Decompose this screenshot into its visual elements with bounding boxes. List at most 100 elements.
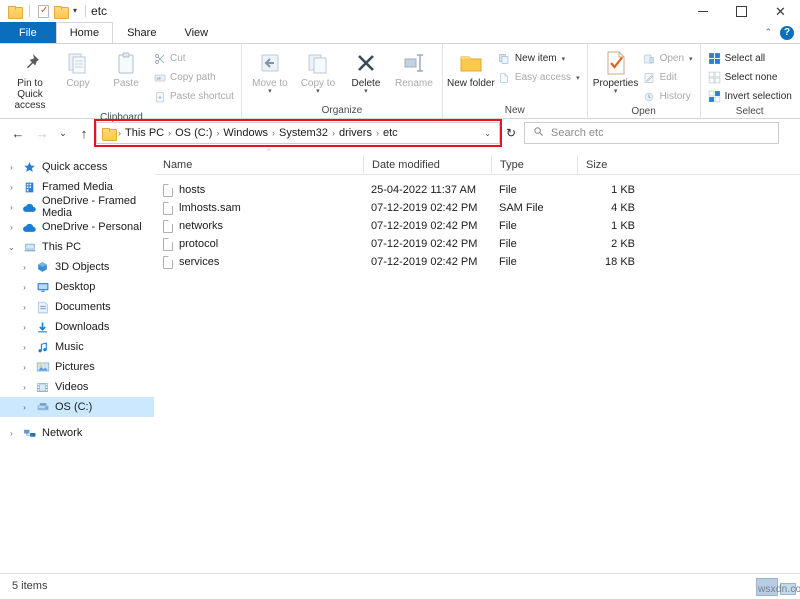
paste-button[interactable]: Paste — [102, 48, 150, 89]
copy-button[interactable]: Copy — [54, 48, 102, 89]
help-icon[interactable]: ? — [780, 25, 794, 40]
paste-shortcut-button[interactable]: Paste shortcut — [150, 88, 237, 105]
back-button[interactable]: ← — [6, 121, 30, 145]
close-button[interactable]: ✕ — [761, 0, 800, 22]
sidebar-item-quick-access[interactable]: › Quick access — [0, 157, 154, 177]
chevron-right-icon[interactable]: › — [6, 429, 17, 438]
easy-access-button[interactable]: Easy access ▾ — [495, 69, 583, 86]
move-to-button[interactable]: Move to ▾ — [246, 48, 294, 95]
invert-selection-icon — [708, 90, 721, 103]
copy-path-button[interactable]: ab Copy path — [150, 69, 237, 86]
sidebar-item-videos[interactable]: › Videos — [0, 377, 154, 397]
properties-icon[interactable] — [38, 4, 49, 18]
breadcrumb-item-this-pc[interactable]: This PC — [121, 127, 168, 139]
edit-button[interactable]: Edit — [640, 69, 696, 86]
chevron-down-icon[interactable]: ▾ — [576, 74, 580, 82]
sidebar-item-this-pc[interactable]: ⌄ This PC — [0, 237, 154, 257]
sidebar-item-label: OneDrive - Framed Media — [42, 195, 137, 219]
chevron-right-icon[interactable]: › — [6, 223, 17, 232]
new-folder-button[interactable]: New folder — [447, 48, 495, 89]
history-button[interactable]: History — [640, 88, 696, 105]
chevron-down-icon[interactable]: ▾ — [689, 55, 693, 63]
sidebar-item-desktop[interactable]: › Desktop — [0, 277, 154, 297]
chevron-right-icon[interactable]: › — [19, 283, 30, 292]
sidebar-item-onedrive-framed-media[interactable]: › OneDrive - Framed Media — [0, 195, 154, 219]
minimize-button[interactable] — [683, 0, 722, 22]
breadcrumb-item-system32[interactable]: System32 — [275, 127, 332, 139]
table-row[interactable]: hosts 25-04-2022 11:37 AM File 1 KB — [155, 181, 800, 199]
table-row[interactable]: lmhosts.sam 07-12-2019 02:42 PM SAM File… — [155, 199, 800, 217]
table-row[interactable]: networks 07-12-2019 02:42 PM File 1 KB — [155, 217, 800, 235]
sidebar-item-documents[interactable]: › Documents — [0, 297, 154, 317]
file-date-cell: 07-12-2019 02:42 PM — [371, 220, 478, 232]
chevron-right-icon[interactable]: › — [19, 263, 30, 272]
chevron-right-icon[interactable]: › — [6, 163, 17, 172]
copy-to-button[interactable]: Copy to ▾ — [294, 48, 342, 95]
ribbon-group-select: Select all Select none Invert selection … — [701, 44, 799, 118]
select-all-button[interactable]: Select all — [705, 50, 795, 67]
breadcrumb-item-windows[interactable]: Windows — [219, 127, 272, 139]
folder-icon[interactable] — [8, 5, 23, 19]
chevron-down-icon[interactable]: ⌄ — [6, 243, 17, 252]
column-header-name[interactable]: Name — [155, 155, 363, 175]
chevron-down-icon[interactable]: ▾ — [316, 88, 320, 95]
chevron-down-icon[interactable]: ▾ — [614, 88, 618, 95]
breadcrumb-item-drivers[interactable]: drivers — [335, 127, 376, 139]
copy-path-icon: ab — [153, 71, 166, 84]
rename-button[interactable]: Rename — [390, 48, 438, 89]
sidebar-item-pictures[interactable]: › Pictures — [0, 357, 154, 377]
column-header-size[interactable]: Size — [577, 154, 643, 175]
chevron-right-icon[interactable]: › — [19, 323, 30, 332]
refresh-button[interactable]: ↻ — [500, 126, 522, 140]
address-input[interactable]: › This PC › OS (C:) › Windows › System32… — [94, 119, 502, 147]
chevron-right-icon[interactable]: › — [6, 183, 17, 192]
sidebar-item-onedrive-personal[interactable]: › OneDrive - Personal — [0, 217, 154, 237]
chevron-right-icon[interactable]: › — [6, 203, 17, 212]
recent-locations-button[interactable]: ⌄ — [54, 121, 72, 145]
sidebar-item-network[interactable]: › Network — [0, 423, 154, 443]
sidebar-item-3d-objects[interactable]: › 3D Objects — [0, 257, 154, 277]
table-row[interactable]: services 07-12-2019 02:42 PM File 18 KB — [155, 253, 800, 271]
cut-button[interactable]: Cut — [150, 50, 237, 67]
table-row[interactable]: protocol 07-12-2019 02:42 PM File 2 KB — [155, 235, 800, 253]
pin-to-quick-access-button[interactable]: Pin to Quick access — [6, 48, 54, 111]
maximize-button[interactable] — [722, 0, 761, 22]
chevron-right-icon[interactable]: › — [19, 403, 30, 412]
sort-ascending-icon: ⌃ — [265, 147, 273, 157]
sidebar-item-framed-media[interactable]: › Framed Media — [0, 177, 154, 197]
chevron-down-icon[interactable]: ⌄ — [480, 129, 495, 138]
new-item-button[interactable]: New item ▾ — [495, 50, 583, 67]
select-none-button[interactable]: Select none — [705, 69, 795, 86]
sidebar-item-downloads[interactable]: › Downloads — [0, 317, 154, 337]
chevron-down-icon[interactable]: ▾ — [73, 7, 77, 15]
delete-button[interactable]: Delete ▾ — [342, 48, 390, 95]
invert-selection-button[interactable]: Invert selection — [705, 88, 795, 105]
sidebar-item-music[interactable]: › Music — [0, 337, 154, 357]
chevron-right-icon[interactable]: › — [19, 303, 30, 312]
open-button[interactable]: Open ▾ — [640, 50, 696, 67]
collapse-ribbon-icon[interactable]: ⌃ — [764, 27, 772, 38]
forward-button[interactable]: → — [30, 121, 54, 145]
chevron-down-icon[interactable]: ▾ — [364, 88, 368, 95]
properties-button[interactable]: Properties ▾ — [592, 48, 640, 95]
tab-share[interactable]: Share — [113, 22, 170, 43]
title-bar: ▾ etc ✕ — [0, 0, 800, 22]
tab-view[interactable]: View — [170, 22, 222, 43]
column-header-date-modified[interactable]: Date modified — [363, 154, 491, 175]
breadcrumb-item-os-c[interactable]: OS (C:) — [171, 127, 216, 139]
chevron-down-icon[interactable]: ▾ — [562, 55, 566, 63]
new-folder-icon[interactable] — [54, 5, 69, 19]
up-button[interactable]: ↑ — [72, 121, 96, 145]
search-input[interactable]: Search etc — [524, 122, 779, 144]
chevron-right-icon[interactable]: › — [19, 383, 30, 392]
chevron-down-icon[interactable]: ▾ — [268, 88, 272, 95]
breadcrumb-item-etc[interactable]: etc — [379, 127, 402, 139]
chevron-right-icon[interactable]: › — [19, 343, 30, 352]
tab-home[interactable]: Home — [55, 22, 114, 43]
search-icon — [533, 126, 544, 140]
sidebar-item-os-c[interactable]: › OS (C:) — [0, 397, 154, 417]
tab-file[interactable]: File — [0, 22, 56, 43]
sidebar-item-label: Desktop — [55, 281, 96, 293]
chevron-right-icon[interactable]: › — [19, 363, 30, 372]
column-header-type[interactable]: Type — [491, 154, 577, 175]
